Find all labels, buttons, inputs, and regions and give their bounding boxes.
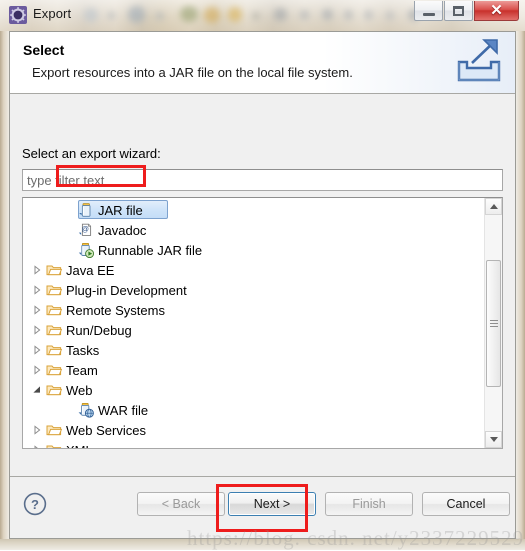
tree-item-java-ee[interactable]: Java EE [23,260,484,280]
chevron-right-icon[interactable] [29,425,45,435]
chevron-right-icon[interactable] [29,325,45,335]
filter-placeholder: type filter text [27,173,105,188]
back-button[interactable]: < Back [137,492,225,516]
tree-item-tasks[interactable]: Tasks [23,340,484,360]
page-title: Select [23,42,65,58]
maximize-button[interactable] [444,1,473,21]
minimize-button[interactable] [414,1,443,21]
tree-item-label: Tasks [66,342,100,358]
tree-item-remote-systems[interactable]: Remote Systems [23,300,484,320]
tree-item-label: Runnable JAR file [98,242,203,258]
folder-icon [45,302,63,318]
tree-item-run-debug[interactable]: Run/Debug [23,320,484,340]
vertical-scrollbar[interactable] [484,198,502,448]
page-description: Export resources into a JAR file on the … [32,65,353,80]
svg-text:@: @ [81,225,89,234]
close-button[interactable]: ✕ [474,1,519,21]
minimize-icon [422,12,435,16]
folder-icon [45,342,63,358]
tree-item-label: XML [63,443,93,449]
folder-icon [45,262,63,278]
finish-button[interactable]: Finish [325,492,413,516]
tree-item-label: Web Services [66,422,146,438]
tree-item-plug-in-development[interactable]: Plug-in Development [23,280,484,300]
folder-icon [45,442,63,448]
tree-item-label: JAR file [98,202,143,218]
tree-item-javadoc[interactable]: @ Javadoc [23,220,484,240]
tree-item-team[interactable]: Team [23,360,484,380]
tree-item-label: Run/Debug [66,322,132,338]
scroll-up-icon[interactable] [485,198,502,215]
dialog-body: Select Export resources into a JAR file … [9,31,516,539]
chevron-right-icon[interactable] [29,365,45,375]
filter-input[interactable]: type filter text [22,169,503,191]
cancel-button[interactable]: Cancel [422,492,510,516]
scrollbar-grip-icon [489,318,498,329]
javadoc-icon: @ [77,222,95,238]
folder-icon [45,282,63,298]
chevron-right-icon[interactable] [29,345,45,355]
chevron-right-icon[interactable] [29,285,45,295]
next-button[interactable]: Next > [228,492,316,516]
eclipse-export-icon [9,6,27,24]
tree-item-label: WAR file [98,402,149,418]
chevron-right-icon[interactable] [29,265,45,275]
window-title: Export [33,6,72,21]
jar-file-icon [77,202,95,218]
help-icon[interactable]: ? [23,492,47,516]
tree-item-web[interactable]: Web [23,380,484,400]
folder-icon [45,422,63,438]
export-wizard-tree[interactable]: JAR file @ Javadoc Runnable JAR file Java EE… [22,197,503,449]
scrollbar-thumb[interactable] [486,260,501,387]
tree-item-xml[interactable]: XML [23,440,484,448]
window-frame-left [0,31,9,539]
tree-item-web-services[interactable]: Web Services [23,420,484,440]
chevron-right-icon[interactable] [29,445,45,448]
export-dialog-window: Export ✕ Select Export resources into a … [0,0,525,550]
chevron-down-icon[interactable] [29,385,45,395]
folder-icon [45,382,63,398]
tree-item-label: Javadoc [98,222,147,238]
tree-item-jar-file[interactable]: JAR file [23,200,484,220]
scroll-down-icon[interactable] [485,431,502,448]
chevron-right-icon[interactable] [29,305,45,315]
close-icon: ✕ [490,2,503,19]
tree-item-runnable-jar-file[interactable]: Runnable JAR file [23,240,484,260]
tree-item-war-file[interactable]: WAR file [23,400,484,420]
tree-item-label: Plug-in Development [66,282,187,298]
war-file-icon [77,402,95,418]
svg-text:?: ? [31,497,39,512]
folder-icon [45,322,63,338]
tree-item-label: Web [66,382,93,398]
dialog-button-bar: ? < Back Next > Finish Cancel [10,476,515,538]
dialog-content: Select an export wizard: type filter tex… [10,94,515,476]
folder-icon [45,362,63,378]
window-frame-bottom [0,539,525,550]
window-frame-right [516,31,525,539]
runnable-jar-file-icon [77,242,95,258]
tree-rows-container: JAR file @ Javadoc Runnable JAR file Java EE… [23,200,484,448]
tree-item-label: Remote Systems [66,302,165,318]
maximize-icon [453,5,464,16]
tree-item-label: Team [66,362,98,378]
wizard-label: Select an export wizard: [22,146,161,161]
tree-item-label: Java EE [66,262,115,278]
export-tray-arrow-icon [451,36,507,88]
dialog-banner: Select Export resources into a JAR file … [10,32,515,94]
